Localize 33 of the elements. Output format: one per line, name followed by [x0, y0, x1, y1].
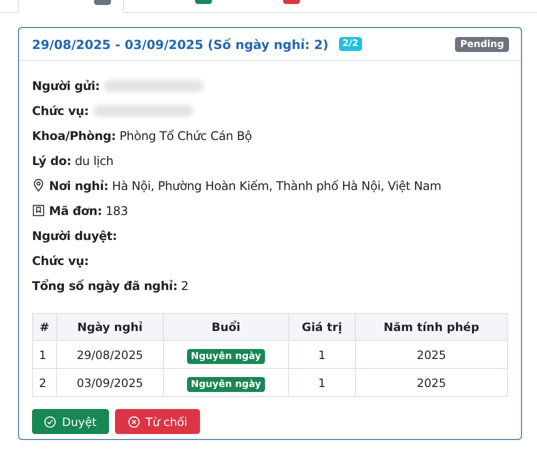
table-cell: 2: [32, 368, 56, 396]
counter-badge: 2/2: [338, 37, 362, 51]
reject-button[interactable]: Từ chối: [114, 409, 200, 434]
check-circle-icon: [44, 416, 56, 428]
column-header: Ngày nghỉ: [56, 314, 164, 340]
location-pin-icon: [32, 179, 45, 192]
table-cell: 1: [288, 340, 356, 368]
field-text: Khoa/Phòng: Phòng Tổ Chức Cán Bộ: [32, 128, 252, 142]
bookmark-icon: [32, 204, 45, 217]
column-header: #: [32, 314, 56, 340]
table-cell: 03/09/2025: [56, 368, 164, 396]
table-cell: 2025: [355, 368, 508, 396]
request-title: 29/08/2025 - 03/09/2025 (Số ngày nghỉ: 2): [32, 36, 329, 52]
field-text: Lý do: du lịch: [32, 154, 114, 168]
field-text: Người duyệt:: [32, 228, 117, 242]
field-text: Người gửi:: [32, 78, 100, 92]
approve-button[interactable]: Duyệt: [32, 409, 109, 434]
session-badge: Nguyên ngày: [186, 348, 266, 364]
column-header: Buổi: [163, 314, 289, 340]
field-text: Tổng số ngày đã nghỉ: 2: [32, 278, 188, 292]
field-text: Chức vụ:: [32, 104, 89, 118]
x-circle-icon: [128, 416, 140, 428]
field-text: Mã đơn: 183: [49, 204, 128, 218]
table-cell: 1: [32, 340, 56, 368]
field-text: Nơi nghỉ: Hà Nội, Phường Hoàn Kiếm, Thành phố Hà Nội, Việt Nam: [49, 178, 442, 192]
table-cell: 29/08/2025: [56, 340, 164, 368]
field-text: Chức vụ:: [32, 254, 89, 268]
session-badge: Nguyên ngày: [186, 376, 266, 392]
column-header: Giá trị: [288, 314, 356, 340]
table-cell: 2025: [355, 340, 508, 368]
column-header: Năm tính phép: [355, 314, 508, 340]
status-badge: Pending: [455, 36, 509, 52]
table-cell: 1: [288, 368, 356, 396]
